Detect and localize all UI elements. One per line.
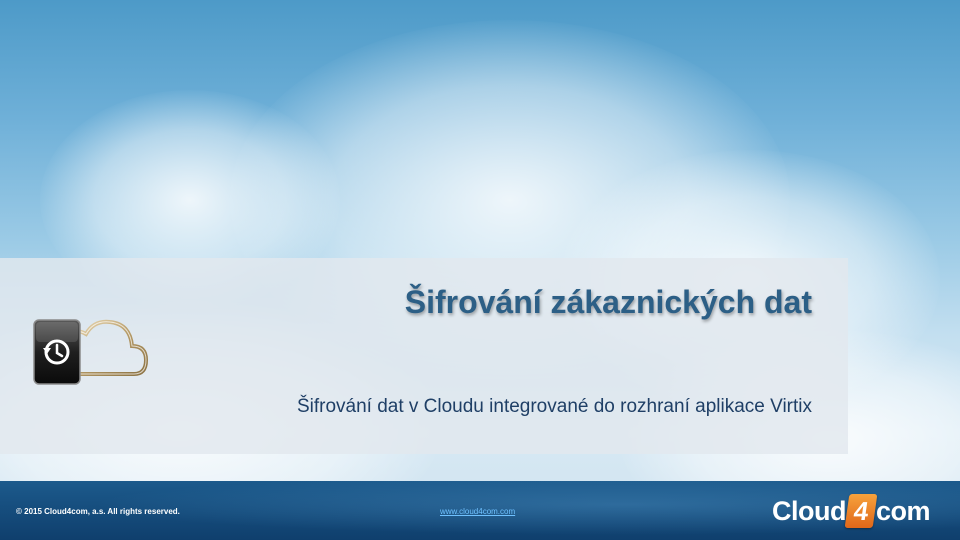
footer-bar: © 2015 Cloud4com, a.s. All rights reserv…: [0, 481, 960, 540]
company-logo: Cloud 4 com: [772, 491, 931, 531]
copyright-text: © 2015 Cloud4com, a.s. All rights reserv…: [16, 507, 180, 516]
slide-title: Šifrování zákaznických dat: [404, 284, 812, 320]
logo-mark: 4: [844, 494, 878, 528]
slide: Šifrování zákaznických dat Šifrování dat…: [0, 0, 960, 540]
title-banner: Šifrování zákaznických dat Šifrování dat…: [0, 258, 848, 454]
logo-suffix: com: [875, 495, 931, 526]
slide-subtitle: Šifrování dat v Cloudu integrované do ro…: [296, 396, 812, 417]
website-link[interactable]: www.cloud4com.com: [440, 507, 515, 516]
logo-prefix: Cloud: [772, 495, 846, 526]
cloud-backup-icon: [33, 319, 148, 385]
